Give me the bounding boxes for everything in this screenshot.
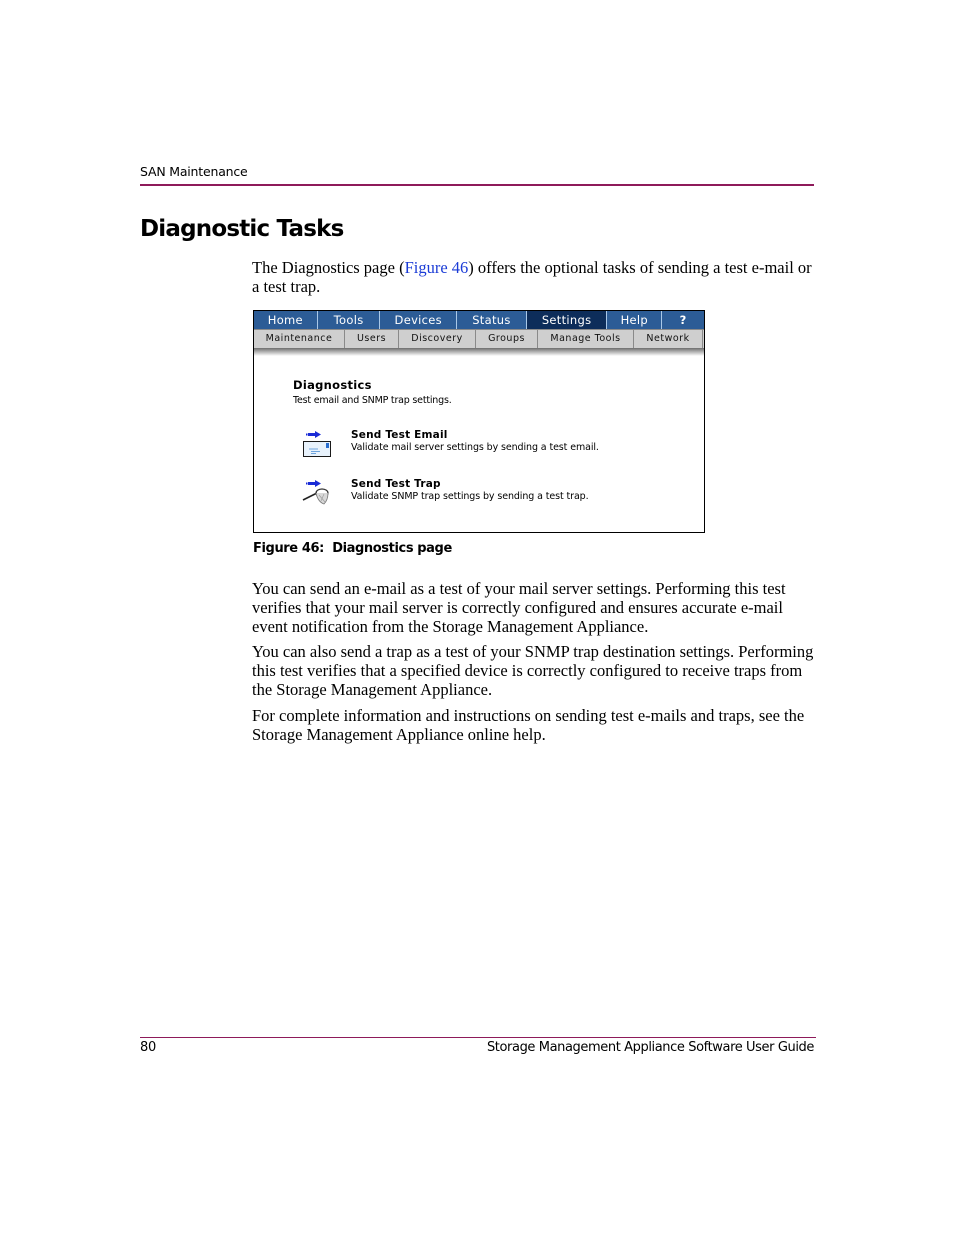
task-send-test-email[interactable]: Send Test Email Validate mail server set… bbox=[300, 429, 680, 463]
diagnostics-title: Diagnostics bbox=[293, 378, 372, 392]
top-nav-devices[interactable]: Devices bbox=[380, 311, 458, 329]
sub-nav-groups[interactable]: Groups bbox=[476, 330, 538, 348]
send-email-icon[interactable] bbox=[300, 429, 334, 463]
header-divider bbox=[140, 184, 814, 186]
top-nav-status[interactable]: Status bbox=[457, 311, 527, 329]
running-header: SAN Maintenance bbox=[140, 164, 248, 179]
sub-nav-discovery[interactable]: Discovery bbox=[399, 330, 476, 348]
task-send-test-trap[interactable]: Send Test Trap Validate SNMP trap settin… bbox=[300, 478, 680, 512]
top-nav-question[interactable]: ? bbox=[662, 311, 704, 329]
body-paragraph: You can also send a trap as a test of yo… bbox=[252, 642, 814, 699]
nav-shadow bbox=[254, 348, 704, 356]
top-nav-bar: Home Tools Devices Status Settings Help … bbox=[254, 311, 704, 329]
top-nav-tools[interactable]: Tools bbox=[318, 311, 381, 329]
top-nav-home[interactable]: Home bbox=[254, 311, 318, 329]
sub-nav-maintenance[interactable]: Maintenance bbox=[254, 330, 345, 348]
send-test-trap-description: Validate SNMP trap settings by sending a… bbox=[351, 491, 589, 502]
sub-nav-manage-tools[interactable]: Manage Tools bbox=[538, 330, 634, 348]
send-test-trap-label[interactable]: Send Test Trap bbox=[351, 478, 441, 490]
diagnostics-figure: Home Tools Devices Status Settings Help … bbox=[253, 310, 705, 533]
diagnostics-subtitle: Test email and SNMP trap settings. bbox=[293, 395, 452, 406]
body-paragraph: For complete information and instruction… bbox=[252, 706, 805, 744]
footer-divider bbox=[140, 1037, 816, 1038]
sub-nav-bar: Maintenance Users Discovery Groups Manag… bbox=[254, 329, 704, 348]
intro-paragraph: The Diagnostics page (Figure 46) offers … bbox=[252, 258, 822, 296]
body-paragraph: You can send an e-mail as a test of your… bbox=[252, 579, 786, 636]
sub-nav-users[interactable]: Users bbox=[345, 330, 399, 348]
intro-text-before: The Diagnostics page ( bbox=[252, 258, 405, 277]
section-title: Diagnostic Tasks bbox=[140, 216, 344, 242]
send-trap-icon[interactable] bbox=[300, 478, 334, 512]
page-number: 80 bbox=[140, 1040, 156, 1055]
top-nav-help[interactable]: Help bbox=[607, 311, 663, 329]
send-test-email-label[interactable]: Send Test Email bbox=[351, 429, 448, 441]
figure-46-link[interactable]: Figure 46 bbox=[405, 258, 469, 277]
send-test-email-description: Validate mail server settings by sending… bbox=[351, 442, 599, 453]
document-title: Storage Management Appliance Software Us… bbox=[486, 1040, 814, 1055]
figure-caption: Figure 46: Diagnostics page bbox=[253, 541, 452, 556]
sub-nav-network[interactable]: Network bbox=[634, 330, 703, 348]
top-nav-settings[interactable]: Settings bbox=[526, 311, 608, 329]
